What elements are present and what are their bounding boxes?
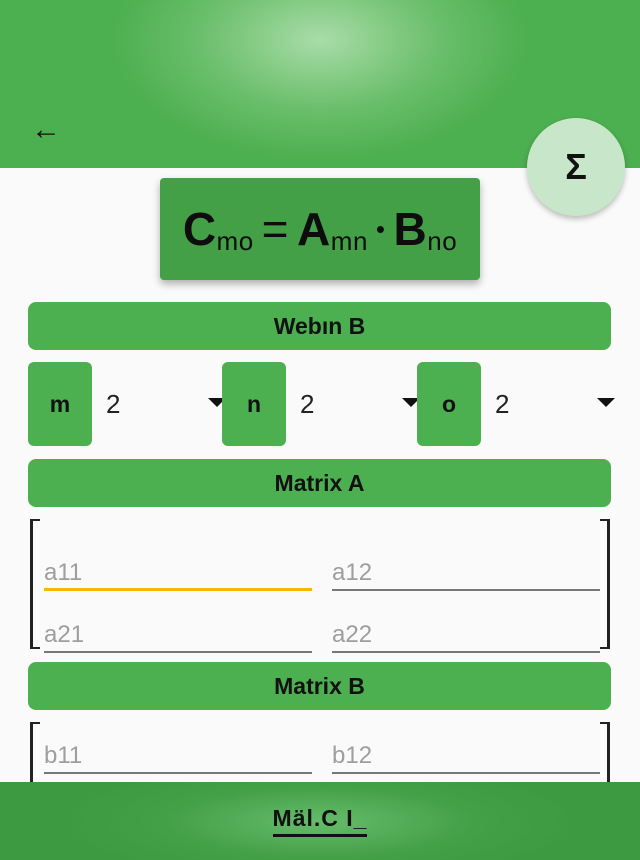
sigma-fab-button[interactable]: Σ	[527, 118, 625, 216]
dim-value-m: 2	[106, 388, 121, 419]
formula-banner: Cmo = Amn • Bno	[160, 178, 480, 280]
matrix-a-grid	[30, 519, 610, 653]
matrix-b-cell-b12[interactable]	[332, 730, 600, 774]
matrix-bracket-left	[30, 519, 40, 649]
matrix-bracket-right	[600, 519, 610, 649]
dim-value-n: 2	[300, 388, 315, 419]
formula-c: C	[182, 203, 217, 255]
matrix-a-cell-a12[interactable]	[332, 547, 600, 591]
matrix-a-cell-a11[interactable]	[44, 547, 312, 591]
dropdown-caret-icon	[597, 398, 615, 407]
formula-b: B	[393, 203, 428, 255]
dim-select-n[interactable]: 2	[300, 362, 420, 446]
matrix-b-header: Matrix B	[28, 662, 611, 710]
formula-a-sub: mn	[330, 225, 368, 256]
dim-select-o[interactable]: 2	[495, 362, 615, 446]
dim-select-m[interactable]: 2	[106, 362, 226, 446]
formula-equals: =	[261, 203, 290, 255]
matrix-a-cell-a22[interactable]	[332, 609, 600, 653]
formula-dot: •	[375, 213, 386, 244]
dimensions-row: m 2 n 2 o 2	[28, 362, 615, 446]
formula-a: A	[297, 203, 331, 255]
dim-label-o: o	[417, 362, 481, 446]
matrix-a-cell-a21[interactable]	[44, 609, 312, 653]
matrix-a-header: Matrix A	[28, 459, 611, 507]
calculate-label: Mäl.C I_	[272, 805, 368, 837]
formula-c-sub: mo	[216, 225, 254, 256]
dim-value-o: 2	[495, 388, 510, 419]
back-arrow-icon[interactable]: ←	[26, 110, 66, 150]
dimensions-section-header: Webın B	[28, 302, 611, 350]
formula-b-sub: no	[427, 225, 458, 256]
calculate-button[interactable]: Mäl.C I_	[0, 782, 640, 860]
dim-label-n: n	[222, 362, 286, 446]
dim-label-m: m	[28, 362, 92, 446]
matrix-b-cell-b11[interactable]	[44, 730, 312, 774]
